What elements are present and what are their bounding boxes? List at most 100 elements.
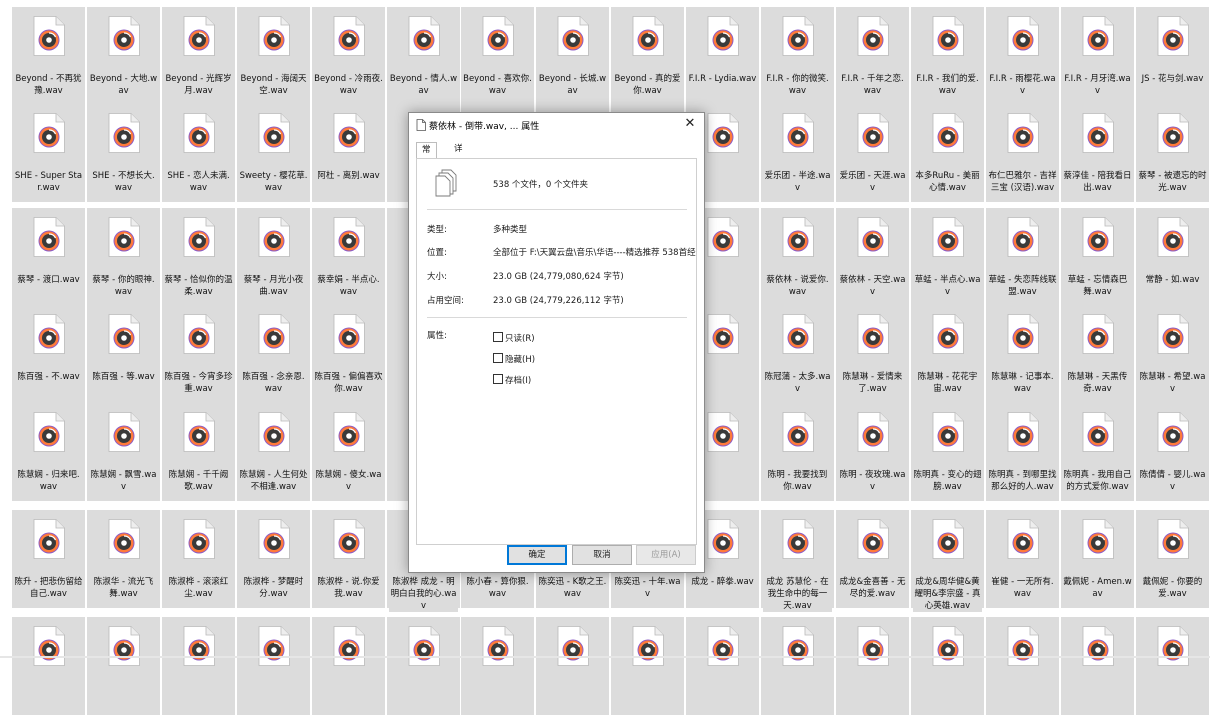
file-item[interactable]: 陈慧琳 - 爱情来了.wav [836, 305, 909, 403]
ok-button[interactable]: 确定 [507, 545, 567, 565]
file-item[interactable]: 戴佩妮 - 你要的爱.wav [1136, 510, 1209, 608]
file-item[interactable]: 布仁巴雅尔 - 吉祥三宝 (汉语).wav [986, 104, 1059, 202]
dialog-titlebar[interactable]: 蔡依林 - 倒带.wav, ... 属性 ✕ [409, 113, 704, 137]
file-item[interactable]: JS - 花与剑.wav [1136, 7, 1209, 105]
file-item[interactable]: Beyond - 海阔天空.wav [237, 7, 310, 105]
file-item[interactable]: F.I.R - 你的微笑.wav [761, 7, 834, 105]
cancel-button[interactable]: 取消 [572, 545, 632, 565]
file-item[interactable]: SHE - 不想长大.wav [87, 104, 160, 202]
file-item[interactable]: 爱乐团 - 天涯.wav [836, 104, 909, 202]
file-item[interactable]: 陈升 - 把悲伤留给自己.wav [12, 510, 85, 608]
file-item[interactable]: 陈淑桦 - 滚滚红尘.wav [162, 510, 235, 608]
file-item[interactable] [611, 617, 684, 715]
file-name: F.I.R - 雨樱花.wav [988, 73, 1057, 97]
file-item[interactable]: 陈冠蒲 - 太多.wav [761, 305, 834, 403]
file-item[interactable]: Sweety - 樱花草.wav [237, 104, 310, 202]
music-file-icon [632, 16, 664, 56]
file-item[interactable]: Beyond - 光辉岁月.wav [162, 7, 235, 105]
file-item[interactable] [686, 617, 759, 715]
file-item[interactable] [836, 617, 909, 715]
file-item[interactable]: 陈倩倩 - 婴儿.wav [1136, 403, 1209, 501]
file-item[interactable] [761, 617, 834, 715]
file-item[interactable]: 蔡琴 - 月光小夜曲.wav [237, 208, 310, 306]
hidden-checkbox[interactable]: 隐藏(H) [493, 353, 535, 365]
file-item[interactable] [461, 617, 534, 715]
tab-details[interactable]: 详细信息 [449, 142, 468, 199]
file-name: 蔡淳佳 - 陪我看日出.wav [1063, 170, 1132, 194]
file-item[interactable]: F.I.R - 月牙湾.wav [1061, 7, 1134, 105]
file-item[interactable]: 蔡琴 - 渡口.wav [12, 208, 85, 306]
file-item[interactable]: 陈百强 - 等.wav [87, 305, 160, 403]
file-item[interactable]: 常静 - 如.wav [1136, 208, 1209, 306]
file-item[interactable]: 陈淑桦 - 梦醒时分.wav [237, 510, 310, 608]
file-item[interactable]: 陈慧琳 - 希望.wav [1136, 305, 1209, 403]
file-item[interactable]: 成龙&金喜善 - 无尽的爱.wav [836, 510, 909, 608]
file-item[interactable]: 陈慧娴 - 飘雪.wav [87, 403, 160, 501]
file-item[interactable]: 草蜢 - 失恋阵线联盟.wav [986, 208, 1059, 306]
file-item[interactable]: 陈慧娴 - 归来吧.wav [12, 403, 85, 501]
file-item[interactable] [536, 617, 609, 715]
file-item[interactable]: 爱乐团 - 半途.wav [761, 104, 834, 202]
file-item[interactable]: 陈慧娴 - 千千阙歌.wav [162, 403, 235, 501]
file-item[interactable]: 草蜢 - 忘情森巴舞.wav [1061, 208, 1134, 306]
file-item[interactable] [312, 617, 385, 715]
file-item[interactable]: Beyond - 情人.wav [387, 7, 460, 105]
file-item[interactable]: 戴佩妮 - Amen.wav [1061, 510, 1134, 608]
file-item[interactable]: 本多RuRu - 美丽心情.wav [911, 104, 984, 202]
file-item[interactable]: 草蜢 - 半点心.wav [911, 208, 984, 306]
file-item[interactable]: Beyond - 长城.wav [536, 7, 609, 105]
file-item[interactable]: 陈淑华 - 流光飞舞.wav [87, 510, 160, 608]
file-item[interactable]: SHE - Super Star.wav [12, 104, 85, 202]
file-item[interactable]: F.I.R - 雨樱花.wav [986, 7, 1059, 105]
file-item[interactable]: 陈百强 - 偏偏喜欢你.wav [312, 305, 385, 403]
file-item[interactable] [986, 617, 1059, 715]
file-item[interactable] [12, 617, 85, 715]
file-item[interactable]: 蔡幸娟 - 半点心.wav [312, 208, 385, 306]
close-icon[interactable]: ✕ [676, 113, 704, 135]
file-item[interactable]: 陈明 - 夜玫瑰.wav [836, 403, 909, 501]
file-item[interactable] [162, 617, 235, 715]
file-item[interactable]: F.I.R - 千年之恋.wav [836, 7, 909, 105]
file-item[interactable]: 蔡琴 - 你的眼神.wav [87, 208, 160, 306]
file-item[interactable] [237, 617, 310, 715]
file-item[interactable] [1136, 617, 1209, 715]
file-item[interactable]: 成龙&周华健&黄耀明&李宗盛 - 真心英雄.wav [911, 510, 984, 612]
file-item[interactable]: 阿杜 - 离别.wav [312, 104, 385, 202]
file-item[interactable]: 陈慧琳 - 天黑传奇.wav [1061, 305, 1134, 403]
file-item[interactable]: 蔡琴 - 恰似你的温柔.wav [162, 208, 235, 306]
file-item[interactable]: 陈明 - 我要找到你.wav [761, 403, 834, 501]
tab-general[interactable]: 常规 [416, 142, 437, 170]
file-item[interactable] [1061, 617, 1134, 715]
file-item[interactable] [911, 617, 984, 715]
file-item[interactable]: F.I.R - Lydia.wav [686, 7, 759, 105]
file-item[interactable] [87, 617, 160, 715]
file-item[interactable]: 蔡淳佳 - 陪我看日出.wav [1061, 104, 1134, 202]
archive-checkbox[interactable]: 存档(I) [493, 374, 531, 386]
file-item[interactable]: F.I.R - 我们的爱.wav [911, 7, 984, 105]
file-item[interactable]: 陈百强 - 今宵多珍重.wav [162, 305, 235, 403]
file-item[interactable]: 陈慧娴 - 傻女.wav [312, 403, 385, 501]
file-item[interactable]: Beyond - 大地.wav [87, 7, 160, 105]
file-item[interactable]: 陈明真 - 到哪里找那么好的人.wav [986, 403, 1059, 501]
file-item[interactable]: 蔡依林 - 天空.wav [836, 208, 909, 306]
file-item[interactable]: 崔健 - 一无所有.wav [986, 510, 1059, 608]
file-item[interactable]: 蔡依林 - 说爱你.wav [761, 208, 834, 306]
file-item[interactable]: 陈慧娴 - 人生何处不相逢.wav [237, 403, 310, 501]
file-item[interactable]: 陈百强 - 不.wav [12, 305, 85, 403]
file-item[interactable]: SHE - 恋人未满.wav [162, 104, 235, 202]
file-item[interactable]: Beyond - 喜欢你.wav [461, 7, 534, 105]
file-item[interactable]: 陈淑桦 - 说.你爱我.wav [312, 510, 385, 608]
file-item[interactable]: 成龙 苏慧伦 - 在我生命中的每一天.wav [761, 510, 834, 612]
file-item[interactable] [387, 617, 460, 715]
apply-button[interactable]: 应用(A) [636, 545, 696, 565]
readonly-checkbox[interactable]: 只读(R) [493, 332, 535, 344]
file-item[interactable]: Beyond - 真的爱你.wav [611, 7, 684, 105]
file-item[interactable]: 陈明真 - 变心的翅膀.wav [911, 403, 984, 501]
file-item[interactable]: Beyond - 不再犹豫.wav [12, 7, 85, 105]
file-item[interactable]: Beyond - 冷雨夜.wav [312, 7, 385, 105]
file-item[interactable]: 陈百强 - 念亲恩.wav [237, 305, 310, 403]
file-item[interactable]: 陈慧琳 - 花花宇宙.wav [911, 305, 984, 403]
file-item[interactable]: 蔡琴 - 被遗忘的时光.wav [1136, 104, 1209, 202]
file-item[interactable]: 陈明真 - 我用自己的方式爱你.wav [1061, 403, 1134, 501]
file-item[interactable]: 陈慧琳 - 记事本.wav [986, 305, 1059, 403]
